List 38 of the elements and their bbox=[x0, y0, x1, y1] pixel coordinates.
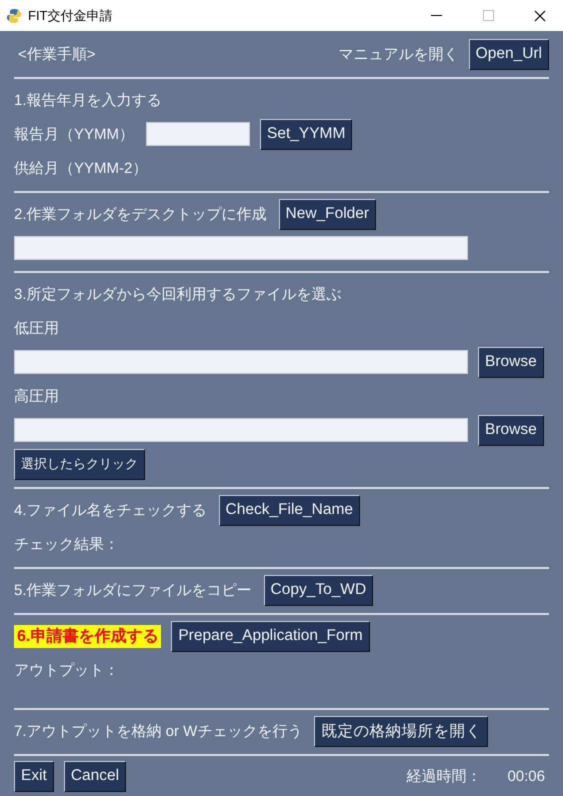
step-label: 6.申請書を作成する bbox=[14, 624, 162, 648]
action-button[interactable]: Browse bbox=[478, 414, 544, 446]
input-field[interactable] bbox=[14, 418, 468, 442]
step-label: 1.報告年月を入力する bbox=[14, 90, 162, 110]
footer-button[interactable]: Exit bbox=[14, 760, 54, 792]
section-title: <作業手順> bbox=[18, 44, 96, 64]
action-button[interactable]: Check_File_Name bbox=[218, 494, 360, 526]
app-icon bbox=[6, 8, 22, 24]
step-label: 高圧用 bbox=[14, 386, 59, 406]
action-button[interactable]: Copy_To_WD bbox=[264, 574, 374, 606]
elapsed-time: 00:06 bbox=[507, 768, 545, 784]
input-field[interactable] bbox=[14, 350, 468, 374]
action-button[interactable]: 選択したらクリック bbox=[14, 448, 145, 480]
input-field[interactable] bbox=[146, 122, 250, 146]
step-label: 供給月（YYMM-2） bbox=[14, 158, 148, 178]
action-button[interactable]: Browse bbox=[478, 346, 544, 378]
window-title: FIT交付金申請 bbox=[28, 6, 114, 24]
step-label: 5.作業フォルダにファイルをコピー bbox=[14, 580, 252, 600]
step-label: 報告月（YYMM） bbox=[14, 124, 134, 144]
step-label: チェック結果： bbox=[14, 534, 119, 554]
step-label: 2.作業フォルダをデスクトップに作成 bbox=[14, 204, 267, 224]
maximize-icon[interactable] bbox=[482, 10, 494, 21]
step-label: 低圧用 bbox=[14, 318, 59, 338]
step-label: 3.所定フォルダから今回利用するファイルを選ぶ bbox=[14, 284, 342, 304]
action-button[interactable]: New_Folder bbox=[278, 198, 376, 230]
minimize-icon[interactable] bbox=[430, 14, 442, 16]
input-field[interactable] bbox=[14, 236, 468, 260]
footer-button[interactable]: Cancel bbox=[64, 760, 126, 792]
close-icon[interactable] bbox=[534, 10, 546, 22]
manual-label: マニュアルを開く bbox=[338, 44, 459, 64]
elapsed-label: 経過時間： bbox=[406, 766, 482, 786]
step-label: 4.ファイル名をチェックする bbox=[14, 500, 207, 520]
step-label: アウトプット： bbox=[14, 660, 119, 680]
open-url-button[interactable]: Open_Url bbox=[468, 38, 549, 70]
step-label: 7.アウトプットを格納 or Wチェックを行う bbox=[14, 722, 302, 740]
action-button[interactable]: Set_YYMM bbox=[260, 118, 352, 150]
action-button[interactable]: 既定の格納場所を開く bbox=[314, 716, 488, 746]
action-button[interactable]: Prepare_Application_Form bbox=[171, 620, 370, 652]
